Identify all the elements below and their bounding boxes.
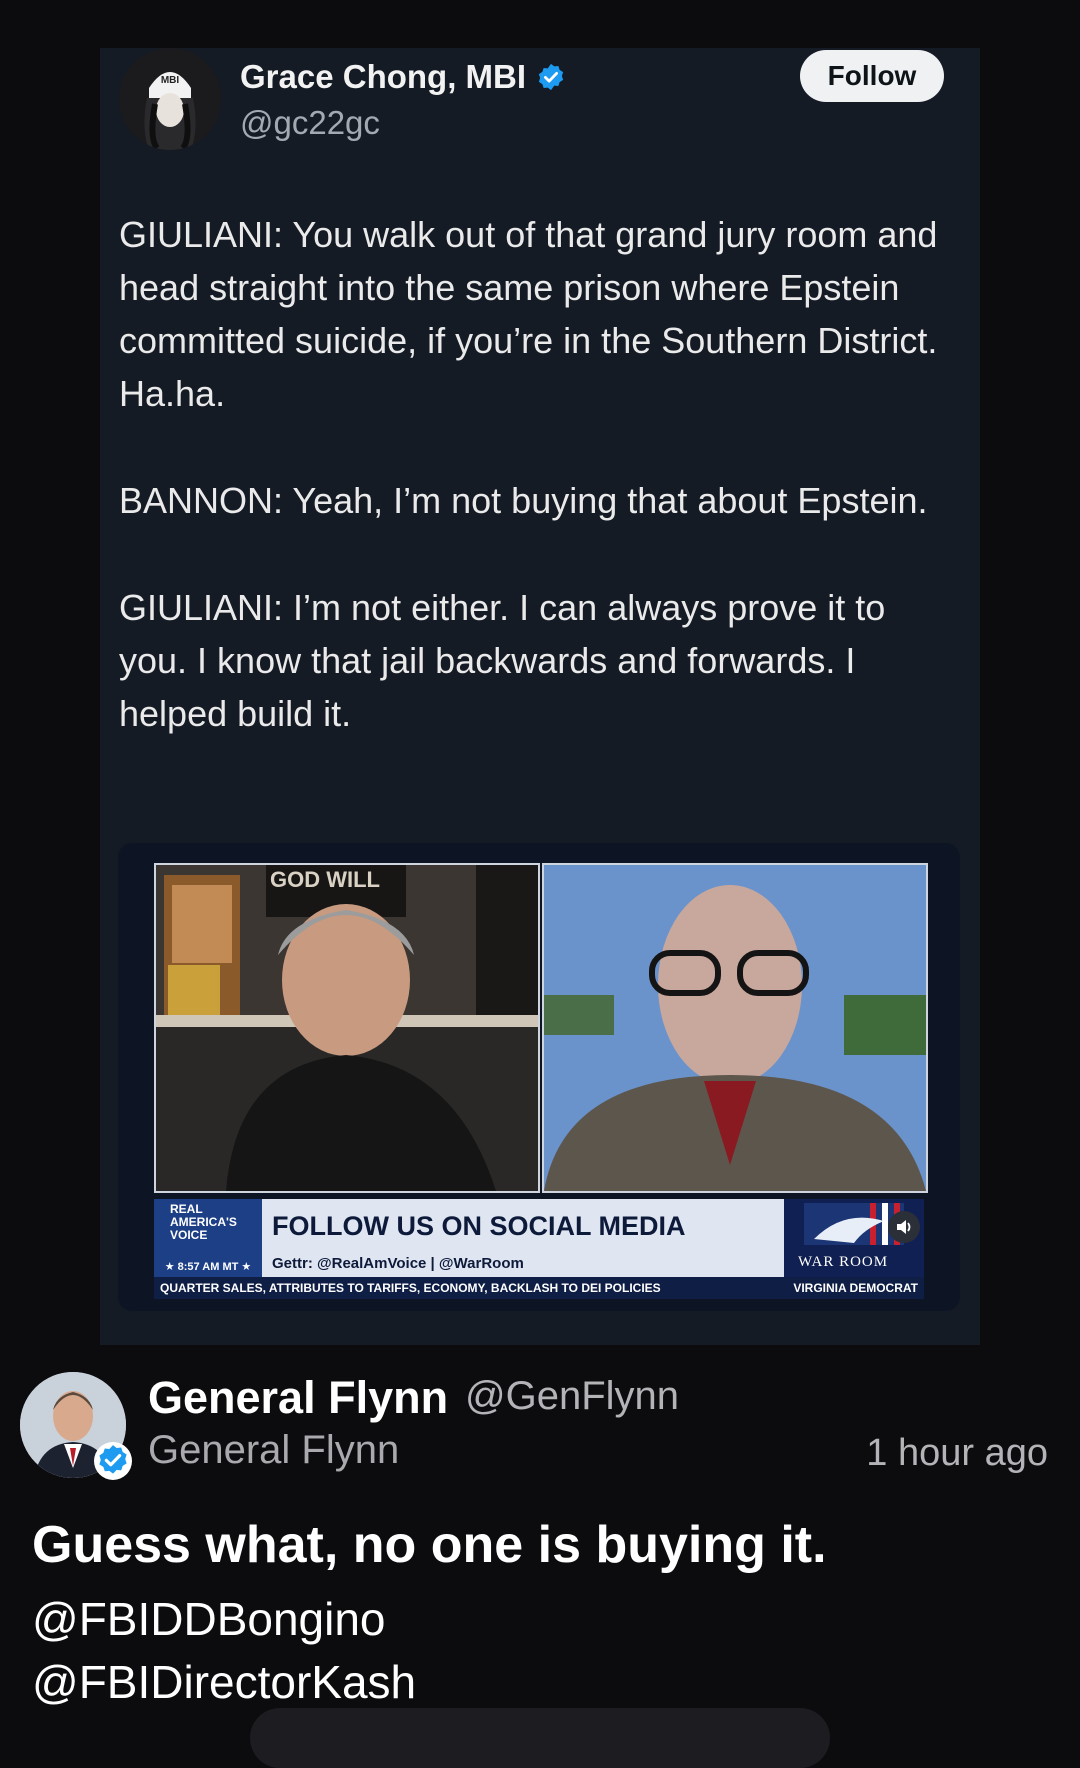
ticker-text-left: QUARTER SALES, ATTRIBUTES TO TARIFFS, EC… — [160, 1281, 661, 1295]
post-author-handle[interactable]: @GenFlynn — [465, 1374, 679, 1419]
video-sign-text: GOD WILL — [270, 867, 380, 892]
mention-link[interactable]: @FBIDDBongino — [32, 1592, 386, 1646]
video-frame-bannon: GOD WILL — [154, 863, 540, 1193]
broadcast-clock: ★ 8:57 AM MT ★ — [154, 1255, 262, 1277]
post-author-name[interactable]: General Flynn — [148, 1372, 448, 1424]
post-author-subname: General Flynn — [148, 1428, 400, 1472]
quoted-tweet-card[interactable]: MBI Grace Chong, MBI @gc22gc Follow GIUL… — [100, 48, 980, 1345]
bottom-action-bar[interactable] — [250, 1708, 830, 1768]
avatar-cap-text: MBI — [161, 75, 180, 86]
quoted-author-avatar[interactable]: MBI — [119, 48, 221, 150]
ticker-text-right: VIRGINIA DEMOCRAT — [793, 1281, 918, 1295]
news-lower-third: REAL AMERICA'S VOICE ★ 8:57 AM MT ★ FOLL… — [154, 1199, 924, 1277]
follow-button[interactable]: Follow — [800, 50, 944, 102]
lower-third-socials: Gettr: @RealAmVoice | @WarRoom — [272, 1255, 524, 1272]
verified-badge-icon — [94, 1442, 132, 1480]
news-ticker: QUARTER SALES, ATTRIBUTES TO TARIFFS, EC… — [154, 1277, 924, 1299]
lower-third-headline: FOLLOW US ON SOCIAL MEDIA — [272, 1211, 686, 1241]
quoted-tweet-text: GIULIANI: You walk out of that grand jur… — [119, 208, 959, 794]
quoted-paragraph: GIULIANI: I’m not either. I can always p… — [119, 587, 886, 734]
quoted-paragraph: BANNON: Yeah, I’m not buying that about … — [119, 480, 928, 521]
quoted-display-name[interactable]: Grace Chong, MBI — [240, 58, 526, 96]
sound-icon[interactable] — [888, 1211, 920, 1243]
network-logo: REAL AMERICA'S VOICE — [154, 1199, 262, 1255]
quoted-name-row: Grace Chong, MBI — [240, 58, 566, 96]
quoted-handle[interactable]: @gc22gc — [240, 104, 380, 142]
warroom-label: WAR ROOM — [798, 1254, 889, 1270]
quoted-paragraph: GIULIANI: You walk out of that grand jur… — [119, 214, 938, 414]
post-timestamp[interactable]: 1 hour ago — [866, 1432, 1048, 1475]
video-frame-giuliani — [542, 863, 928, 1193]
verified-badge-icon — [538, 63, 564, 91]
video-player[interactable]: GOD WILL REAL AMERICA'S VOICE ★ 8:57 AM … — [118, 843, 960, 1311]
mention-link[interactable]: @FBIDirectorKash — [32, 1655, 416, 1709]
post-text: Guess what, no one is buying it. — [32, 1516, 827, 1574]
